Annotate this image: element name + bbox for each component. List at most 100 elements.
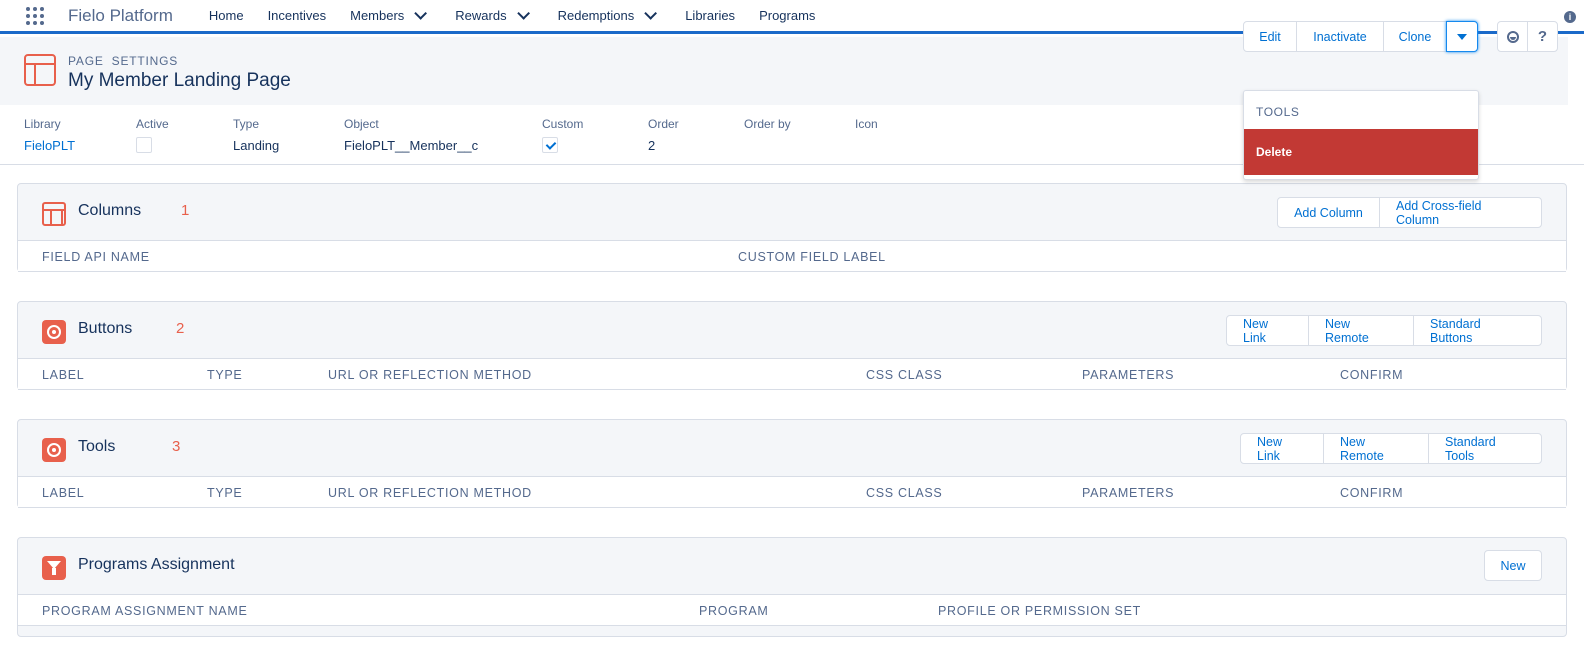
library-link[interactable]: FieloPLT	[24, 138, 75, 153]
field-label: Library	[24, 117, 61, 131]
field-label: Object	[344, 117, 379, 131]
nav-item-members[interactable]: Members	[350, 7, 428, 23]
table-header: FIELD API NAME CUSTOM FIELD LABEL	[18, 240, 1566, 272]
card-header: Tools 3 New Link New Remote Standard Too…	[18, 420, 1566, 476]
custom-checkbox	[542, 137, 558, 153]
nav-item-label: Rewards	[455, 8, 507, 23]
column-header: URL OR REFLECTION METHOD	[328, 368, 532, 382]
page-title: My Member Landing Page	[68, 70, 291, 91]
chevron-down-icon[interactable]	[516, 7, 530, 20]
field-label: Order	[648, 117, 679, 131]
eyebrow-page: PAGE	[68, 54, 104, 68]
standard-tools-button[interactable]: Standard Tools	[1428, 433, 1542, 464]
nav-item-programs[interactable]: Programs	[759, 8, 815, 23]
gear-icon	[42, 320, 66, 344]
nav-items: Home Incentives Members Rewards Redempti…	[209, 0, 840, 31]
field-label: Icon	[855, 117, 878, 131]
inactivate-button[interactable]: Inactivate	[1296, 21, 1384, 52]
field-value: FieloPLT__Member__c	[344, 138, 479, 153]
column-header: PROGRAM ASSIGNMENT NAME	[42, 604, 248, 618]
nav-item-label: Incentives	[267, 8, 327, 23]
columns-actions: Add Column Add Cross-field Column	[1277, 197, 1542, 228]
nav-item-redemptions[interactable]: Redemptions	[557, 7, 658, 23]
section-number: 3	[172, 438, 181, 455]
nav-item-label: Members	[350, 8, 405, 23]
delete-menu-item[interactable]: Delete	[1244, 129, 1478, 175]
table-header: LABEL TYPE URL OR REFLECTION METHOD CSS …	[18, 476, 1566, 508]
field-order: Order 2	[648, 117, 679, 153]
programs-assignment-card: Programs Assignment New PROGRAM ASSIGNME…	[17, 537, 1567, 637]
column-header: LABEL	[42, 368, 85, 382]
page-eyebrow: PAGE SETTINGS	[68, 54, 186, 68]
user-icon	[1506, 30, 1519, 43]
new-button[interactable]: New	[1484, 550, 1542, 581]
field-value: 2	[648, 138, 656, 153]
card-header: Buttons 2 New Link New Remote Standard B…	[18, 302, 1566, 358]
table-header: LABEL TYPE URL OR REFLECTION METHOD CSS …	[18, 358, 1566, 390]
tools-card: Tools 3 New Link New Remote Standard Too…	[17, 419, 1567, 508]
chevron-down-icon[interactable]	[644, 7, 658, 20]
help-button[interactable]: ?	[1527, 21, 1558, 52]
add-cross-field-column-button[interactable]: Add Cross-field Column	[1379, 197, 1542, 228]
app-name: Fielo Platform	[68, 5, 173, 25]
card-header: Columns 1 Add Column Add Cross-field Col…	[18, 184, 1566, 240]
app-launcher-icon[interactable]	[24, 5, 46, 27]
clone-button[interactable]: Clone	[1383, 21, 1447, 52]
card-title: Tools	[78, 438, 116, 455]
field-icon: Icon	[855, 117, 878, 138]
nav-item-label: Redemptions	[557, 8, 635, 23]
standard-buttons-button[interactable]: Standard Buttons	[1413, 315, 1542, 346]
nav-item-label: Libraries	[685, 8, 736, 23]
field-library: Library FieloPLT	[24, 117, 75, 153]
buttons-actions: New Link New Remote Standard Buttons	[1226, 315, 1542, 346]
field-active: Active	[136, 117, 169, 153]
column-header: PROFILE OR PERMISSION SET	[938, 604, 1141, 618]
field-type: Type Landing	[233, 117, 279, 153]
chevron-down-icon[interactable]	[414, 7, 428, 20]
new-link-button[interactable]: New Link	[1226, 315, 1309, 346]
field-value: Landing	[233, 138, 280, 153]
user-help-button[interactable]	[1497, 21, 1528, 52]
gear-icon	[42, 438, 66, 462]
column-header: PARAMETERS	[1082, 368, 1175, 382]
dropdown-heading: TOOLS	[1256, 105, 1300, 119]
new-remote-button[interactable]: New Remote	[1323, 433, 1429, 464]
column-header: LABEL	[42, 486, 85, 500]
column-header: TYPE	[207, 486, 243, 500]
card-title: Programs Assignment	[78, 556, 235, 573]
field-object: Object FieloPLT__Member__c	[344, 117, 478, 153]
column-header: CONFIRM	[1340, 368, 1404, 382]
edit-button[interactable]: Edit	[1243, 21, 1297, 52]
table-header: PROGRAM ASSIGNMENT NAME PROGRAM PROFILE …	[18, 594, 1566, 626]
nav-item-incentives[interactable]: Incentives	[268, 8, 327, 23]
column-header: CSS CLASS	[866, 486, 943, 500]
buttons-card: Buttons 2 New Link New Remote Standard B…	[17, 301, 1567, 390]
column-header: URL OR REFLECTION METHOD	[328, 486, 532, 500]
column-header: CUSTOM FIELD LABEL	[738, 250, 886, 264]
column-header: CONFIRM	[1340, 486, 1404, 500]
eyebrow-settings: SETTINGS	[111, 54, 179, 68]
nav-item-label: Home	[208, 8, 244, 23]
caret-down-icon	[1457, 33, 1467, 40]
field-label: Active	[136, 117, 169, 131]
more-actions-button[interactable]	[1446, 21, 1478, 52]
nav-item-label: Programs	[759, 8, 816, 23]
add-column-button[interactable]: Add Column	[1277, 197, 1380, 228]
column-header: FIELD API NAME	[42, 250, 150, 264]
new-link-button[interactable]: New Link	[1240, 433, 1324, 464]
field-label: Order by	[744, 117, 791, 131]
nav-item-libraries[interactable]: Libraries	[685, 8, 735, 23]
field-label: Custom	[542, 117, 584, 131]
utility-buttons: ?	[1497, 21, 1558, 52]
field-order-by: Order by	[744, 117, 791, 138]
funnel-icon	[42, 556, 66, 580]
nav-item-home[interactable]: Home	[209, 8, 244, 23]
section-number: 1	[181, 202, 190, 219]
info-icon[interactable]: i	[1564, 11, 1576, 23]
new-remote-button[interactable]: New Remote	[1308, 315, 1414, 346]
column-header: PARAMETERS	[1082, 486, 1175, 500]
field-custom: Custom	[542, 117, 583, 153]
column-header: PROGRAM	[699, 604, 769, 618]
card-title: Columns	[78, 202, 142, 219]
nav-item-rewards[interactable]: Rewards	[455, 7, 530, 23]
